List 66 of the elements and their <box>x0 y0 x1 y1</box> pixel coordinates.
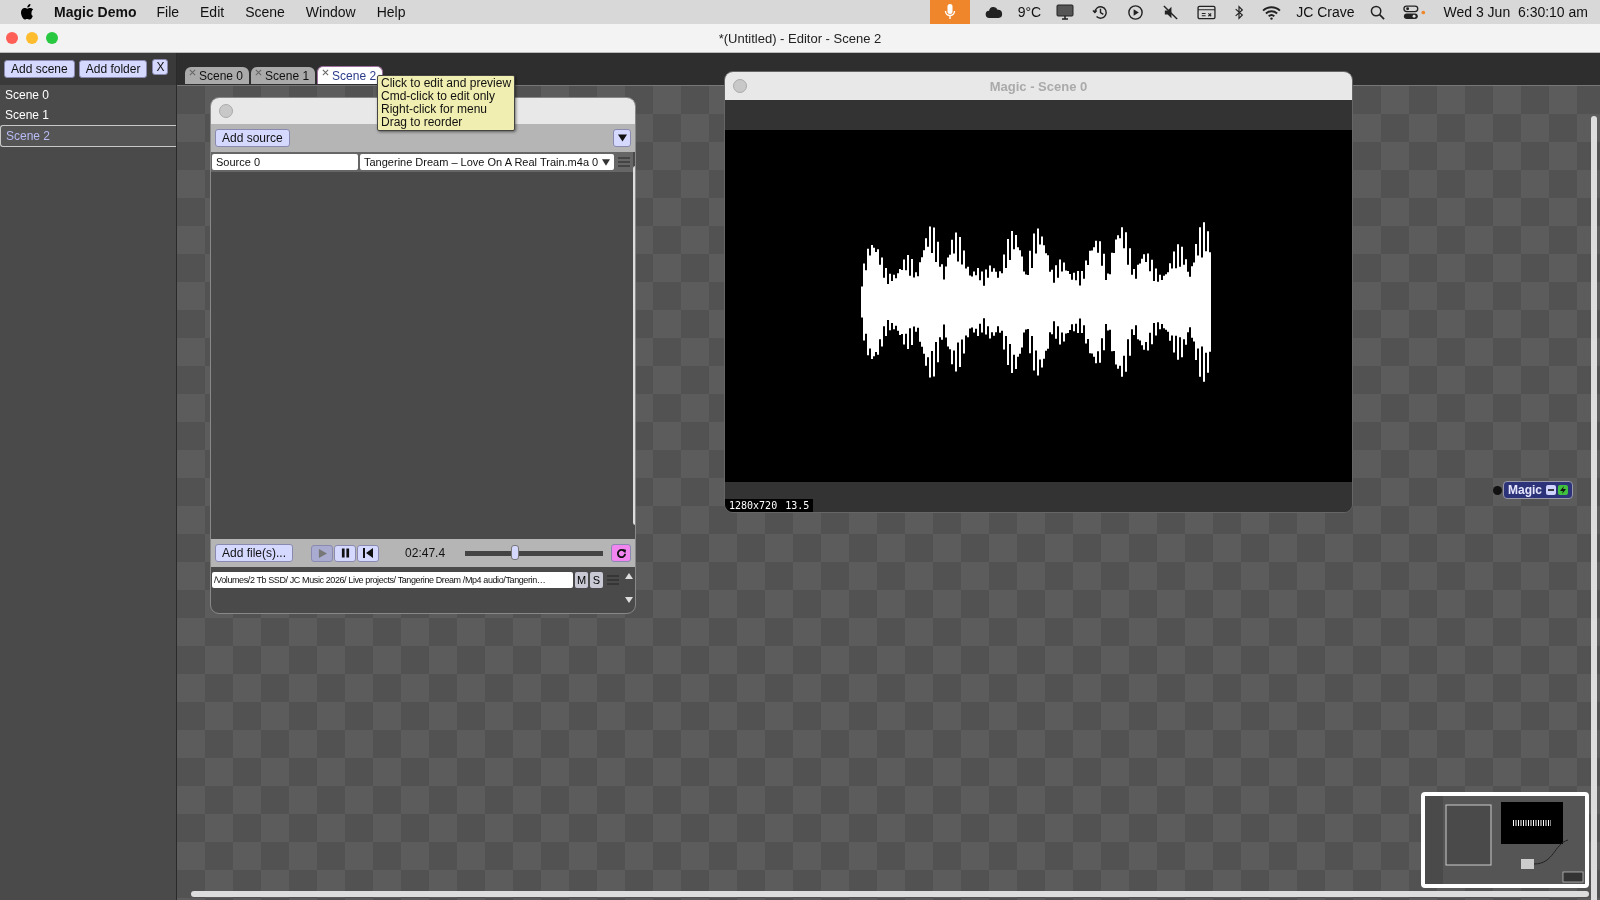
add-source-button[interactable]: Add source <box>215 129 290 147</box>
window-icon[interactable] <box>1197 4 1217 20</box>
play-icon[interactable] <box>1127 3 1145 21</box>
preview-title: Magic - Scene 0 <box>988 78 1089 94</box>
resolution-label: 1280x720 <box>725 499 782 512</box>
minimap-drawing[interactable] <box>1421 792 1589 888</box>
tooltip-line: Click to edit and preview <box>381 77 512 90</box>
node-label: Magic <box>1508 483 1542 497</box>
user-name[interactable]: JC Crave <box>1296 4 1355 20</box>
file-path-field[interactable]: /Volumes/2 Tb SSD/ JC Music 2026/ Live projects/ Tangerine Dream /Mp4 audio/Tangerin… <box>212 572 573 588</box>
mute-button[interactable]: M <box>575 572 588 588</box>
menu-item[interactable]: Edit <box>200 4 225 20</box>
app-menu[interactable]: Magic Demo <box>54 4 137 20</box>
close-button[interactable] <box>6 32 18 44</box>
microphone-icon[interactable] <box>929 0 970 24</box>
scene-item[interactable]: Scene 0 <box>0 85 176 105</box>
add-files-button[interactable]: Add file(s)... <box>215 544 294 562</box>
mute-icon[interactable] <box>1162 3 1180 21</box>
bolt-icon[interactable] <box>1558 485 1568 495</box>
node-port[interactable] <box>1493 485 1502 495</box>
menu-item[interactable]: Window <box>305 4 356 20</box>
clock-icon[interactable] <box>1092 3 1110 21</box>
scene-item[interactable]: Scene 1 <box>0 105 176 125</box>
minus-icon[interactable] <box>1546 485 1556 495</box>
time-readout: 02:47.4 <box>405 546 447 560</box>
cloud-icon[interactable] <box>984 5 1003 19</box>
play-icon <box>317 548 327 558</box>
weather-text[interactable]: 9°C <box>1017 4 1042 20</box>
scene-tab[interactable]: Scene 0 <box>185 67 250 84</box>
tooltip-line: Right-click for menu <box>381 103 488 116</box>
menu-item[interactable]: File <box>156 4 180 20</box>
display-icon[interactable] <box>1056 4 1075 20</box>
loop-icon <box>615 547 627 559</box>
output-node[interactable]: Magic <box>1503 481 1573 499</box>
close-sidebar-button[interactable]: X <box>152 59 169 75</box>
menu-item[interactable]: Help <box>376 4 406 20</box>
tooltip-line: Cmd-click to edit only <box>381 90 496 103</box>
apple-icon[interactable] <box>20 4 34 20</box>
sidebar-button[interactable]: Add folder <box>78 60 148 78</box>
pause-button[interactable] <box>334 544 357 562</box>
bluetooth-icon[interactable] <box>1234 3 1245 21</box>
source-name-field[interactable]: Source 0 <box>212 154 358 170</box>
fps-label: 13.5 <box>781 499 814 512</box>
scroll-arrows-icon[interactable] <box>625 573 633 603</box>
sidebar-button[interactable]: Add scene <box>4 60 75 78</box>
source-file-dropdown[interactable]: Tangerine Dream – Love On A Real Train.m4a 0 <box>360 154 615 170</box>
caret-icon <box>617 134 627 142</box>
rewind-button[interactable] <box>357 544 380 562</box>
pause-icon <box>340 548 350 558</box>
wifi-icon[interactable] <box>1262 4 1282 20</box>
caret-icon[interactable] <box>602 158 611 166</box>
loop-button[interactable] <box>611 544 631 562</box>
scene-item[interactable]: Scene 2 <box>0 125 176 147</box>
control-center-icon[interactable] <box>1402 4 1427 20</box>
vertical-scrollbar[interactable] <box>1591 116 1597 900</box>
skip-back-icon <box>363 548 374 558</box>
search-icon[interactable] <box>1369 4 1385 20</box>
scene-tab[interactable]: Scene 1 <box>251 67 316 84</box>
clock-text[interactable]: Wed 3 Jun 6:30:10 am <box>1443 4 1588 20</box>
dropdown-button[interactable] <box>613 129 631 147</box>
menu-item[interactable]: Scene <box>245 4 285 20</box>
solo-button[interactable]: S <box>590 572 603 588</box>
window-title: *(Untitled) - Editor - Scene 2 <box>718 30 882 46</box>
tooltip-line: Drag to reorder <box>381 116 464 129</box>
close-icon[interactable] <box>322 69 330 76</box>
horizontal-scrollbar[interactable] <box>191 891 1589 897</box>
